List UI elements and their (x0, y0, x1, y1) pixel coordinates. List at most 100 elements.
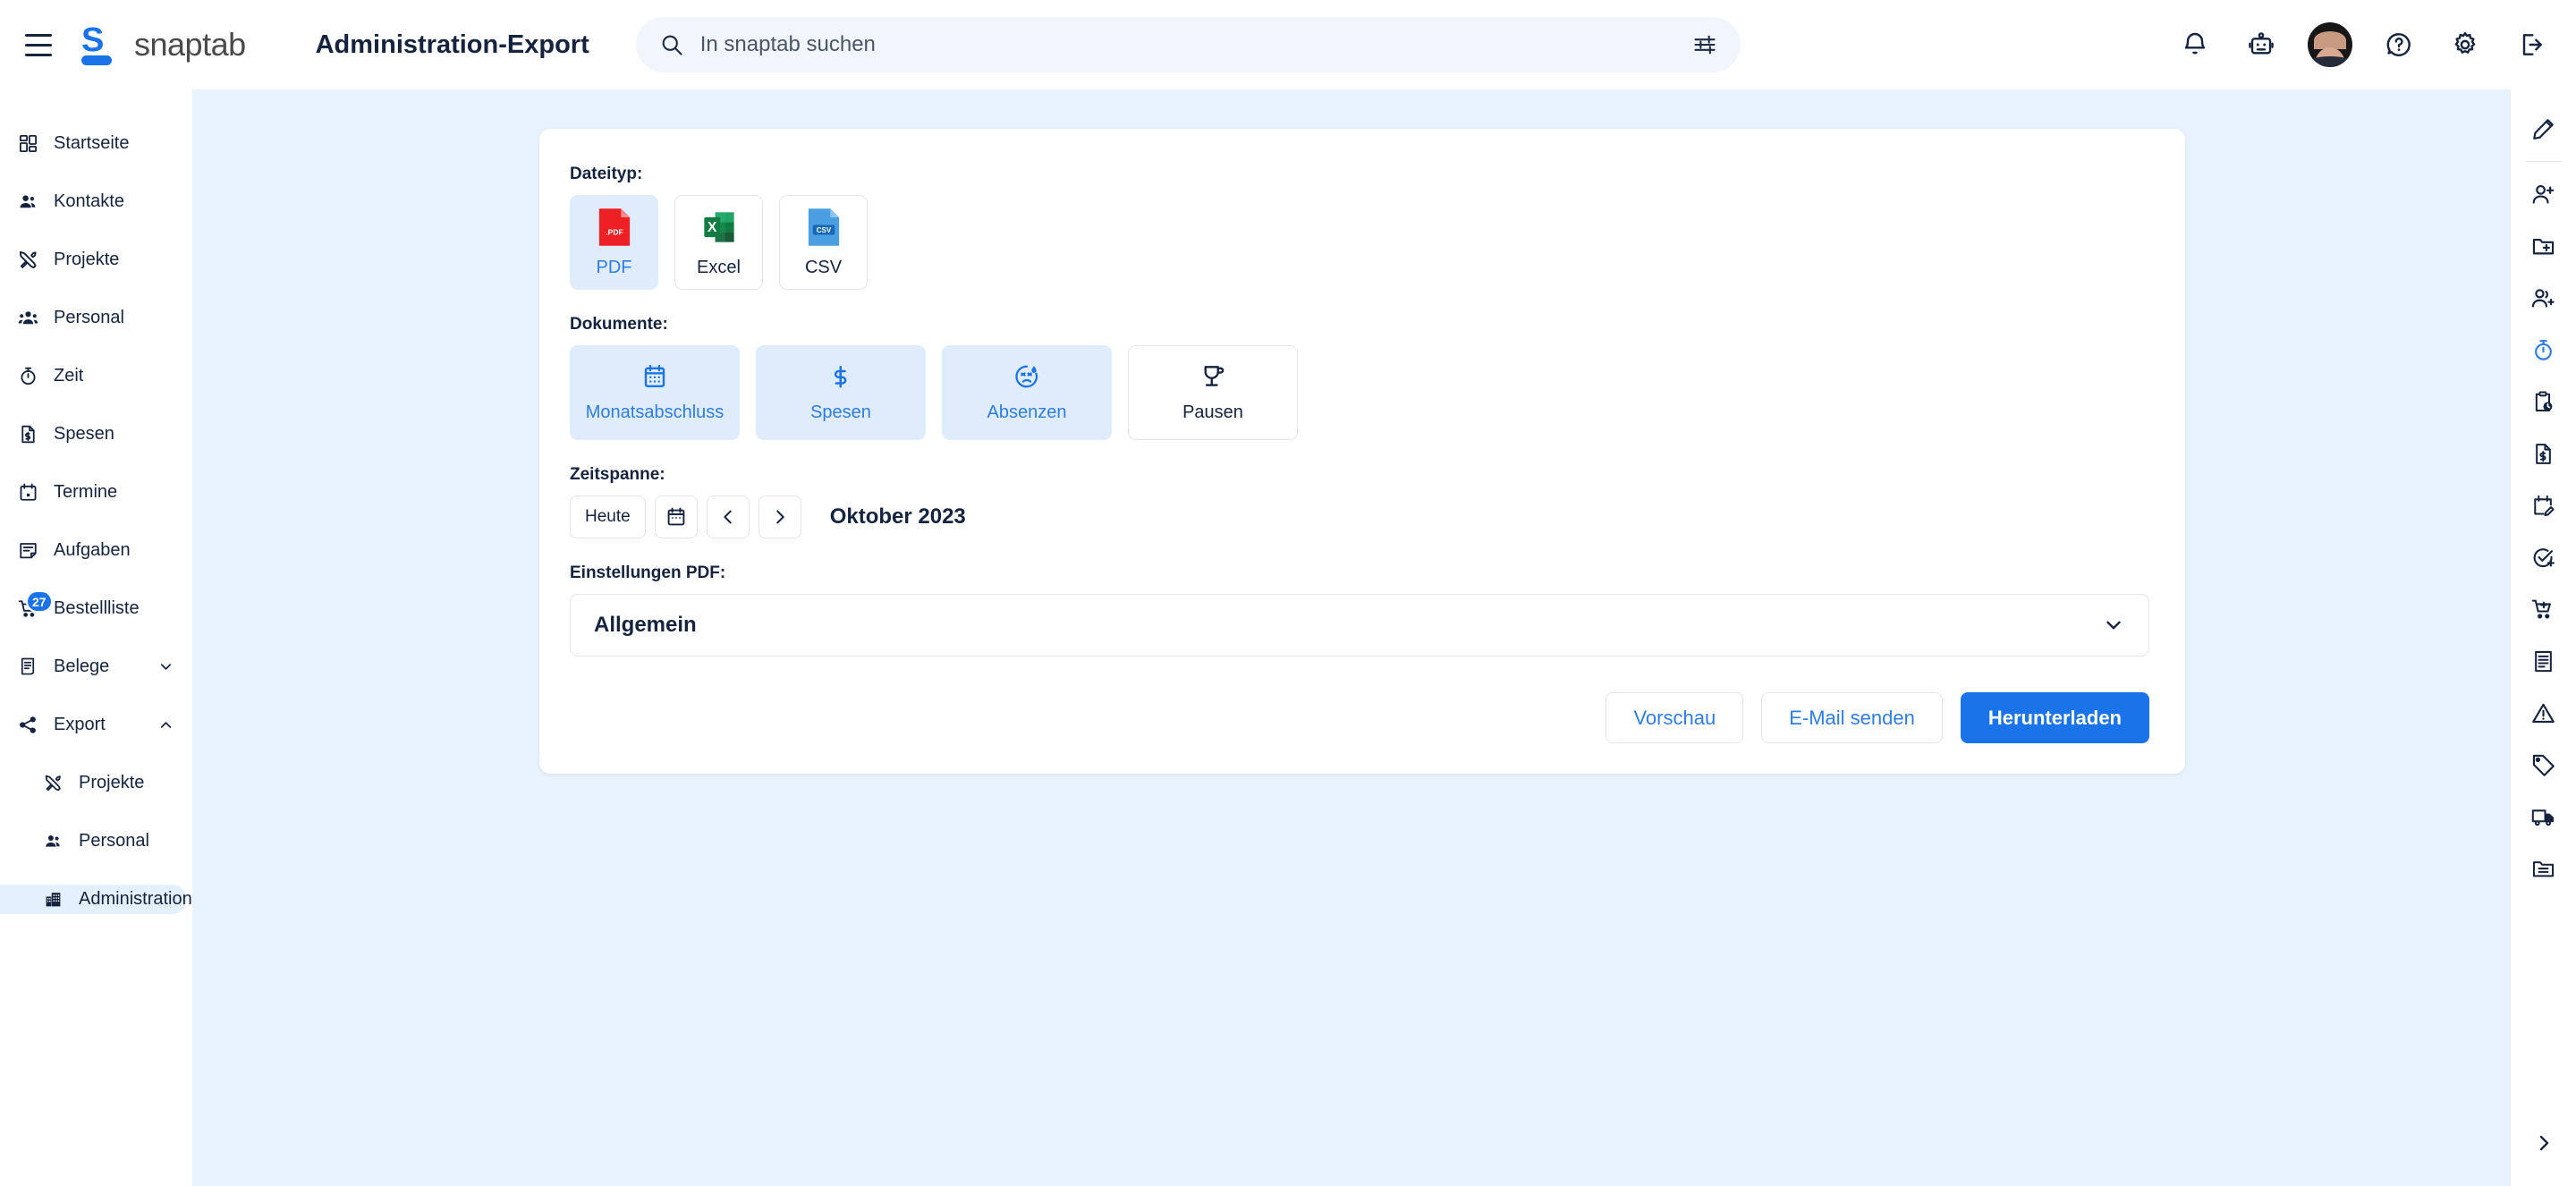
clipboard-clock-icon[interactable] (2521, 378, 2567, 425)
warning-icon[interactable] (2521, 690, 2567, 736)
add-people-icon[interactable] (2521, 275, 2567, 321)
tasks-icon (16, 540, 39, 561)
expense-document-icon[interactable] (2521, 430, 2567, 477)
calendar-edit-icon[interactable] (2521, 482, 2567, 529)
rail-divider (2526, 161, 2562, 162)
sidebar-item-label: Termine (54, 482, 117, 503)
help-icon[interactable] (2379, 25, 2419, 64)
chevron-down-icon[interactable] (157, 658, 174, 675)
sidebar-item-projekte[interactable]: Projekte (0, 245, 187, 275)
coffee-cup-icon (1199, 363, 1226, 390)
documents-label: Dokumente: (570, 315, 2149, 335)
calendar-picker-icon[interactable] (655, 496, 698, 538)
sidebar-item-zeit[interactable]: Zeit (0, 361, 187, 391)
chevron-down-icon[interactable] (2102, 614, 2125, 637)
sidebar-item-bestellliste[interactable]: 27 Bestellliste (0, 594, 187, 623)
user-avatar[interactable] (2308, 22, 2352, 67)
chevron-right-icon (2533, 1132, 2555, 1154)
sidebar-item-personal[interactable]: Personal (0, 303, 187, 333)
svg-text:S: S (81, 21, 104, 59)
settings-label: Einstellungen PDF: (570, 563, 2149, 583)
document-option-label: Absenzen (987, 402, 1067, 423)
action-buttons: Vorschau E-Mail senden Herunterladen (570, 692, 2149, 743)
add-folder-icon[interactable] (2521, 223, 2567, 269)
sidebar-item-label: Belege (54, 657, 109, 677)
sidebar-item-aufgaben[interactable]: Aufgaben (0, 536, 187, 565)
notifications-icon[interactable] (2175, 25, 2215, 64)
sidebar-item-label: Export (54, 715, 106, 735)
sidebar-item-startseite[interactable]: Startseite (0, 129, 187, 158)
sidebar-subitem-label: Administration (79, 889, 192, 910)
sidebar-item-label: Personal (54, 308, 124, 328)
bot-assistant-icon[interactable] (2241, 25, 2281, 64)
pdf-settings-select[interactable]: Allgemein (570, 594, 2149, 657)
people-group-icon (16, 308, 39, 328)
dollar-icon (827, 363, 854, 390)
calendar-month-icon (641, 363, 668, 390)
document-option-label: Monatsabschluss (586, 402, 724, 423)
sidebar-item-spesen[interactable]: Spesen (0, 419, 187, 449)
search-icon (659, 32, 684, 57)
expand-rail-button[interactable] (2521, 1120, 2567, 1166)
header-icon-group (2175, 22, 2551, 67)
sidebar-subitem-label: Projekte (79, 773, 144, 793)
sidebar-item-label: Bestellliste (54, 598, 140, 619)
chevron-up-icon[interactable] (157, 716, 174, 733)
tag-icon[interactable] (2521, 741, 2567, 788)
search-input[interactable] (700, 32, 1676, 57)
sidebar-item-termine[interactable]: Termine (0, 478, 187, 507)
brand[interactable]: S snaptab (79, 21, 246, 68)
timespan-section: Zeitspanne: Heute (570, 465, 2149, 538)
sidebar-subitem-administration[interactable]: Administration (0, 885, 187, 914)
share-icon (16, 715, 39, 735)
today-button[interactable]: Heute (570, 496, 646, 538)
settings-icon[interactable] (2445, 25, 2485, 64)
filetype-label: Dateityp: (570, 165, 2149, 184)
timespan-label: Zeitspanne: (570, 465, 2149, 485)
sidebar-item-label: Spesen (54, 424, 114, 445)
folder-lines-icon[interactable] (2521, 845, 2567, 892)
sidebar-item-export[interactable]: Export (0, 710, 187, 740)
send-email-button[interactable]: E-Mail senden (1761, 692, 1943, 743)
delivery-truck-icon[interactable] (2521, 793, 2567, 840)
sidebar-item-kontakte[interactable]: Kontakte (0, 187, 187, 216)
sidebar-item-label: Startseite (54, 133, 129, 154)
excel-file-icon: X (701, 208, 737, 247)
document-option-monatsabschluss[interactable]: Monatsabschluss (570, 345, 740, 440)
brand-name: snaptab (134, 26, 246, 64)
shopping-cart-icon: 27 (16, 598, 39, 619)
filetype-option-pdf[interactable]: .PDF PDF (570, 195, 658, 290)
sidebar-item-label: Zeit (54, 366, 83, 386)
document-option-spesen[interactable]: Spesen (756, 345, 926, 440)
document-option-absenzen[interactable]: Absenzen (942, 345, 1112, 440)
sidebar-subitem-personal[interactable]: Personal (0, 826, 187, 856)
filetype-option-csv[interactable]: CSV CSV (779, 195, 868, 290)
logout-icon[interactable] (2512, 25, 2551, 64)
sidebar-item-belege[interactable]: Belege (0, 652, 187, 682)
export-settings-card: Dateityp: .PDF PDF (539, 129, 2185, 774)
sidebar: Startseite Kontakte Projekte (0, 89, 192, 1186)
preview-button[interactable]: Vorschau (1606, 692, 1743, 743)
previous-period-button[interactable] (707, 496, 750, 538)
expense-document-icon (16, 424, 39, 445)
sidebar-item-label: Kontakte (54, 191, 124, 212)
download-button[interactable]: Herunterladen (1961, 692, 2149, 743)
add-task-check-icon[interactable] (2521, 534, 2567, 580)
add-cart-icon[interactable] (2521, 586, 2567, 632)
hamburger-icon[interactable] (18, 24, 59, 65)
next-period-button[interactable] (758, 496, 801, 538)
edit-pencil-icon[interactable] (2521, 106, 2567, 152)
filetype-option-label: PDF (597, 258, 632, 278)
pdf-file-icon: .PDF (597, 208, 632, 247)
search-bar[interactable] (636, 17, 1741, 72)
filetype-option-excel[interactable]: X Excel (674, 195, 763, 290)
filter-sliders-icon[interactable] (1692, 32, 1717, 57)
receipt-lines-icon[interactable] (2521, 638, 2567, 684)
sidebar-subitem-projekte[interactable]: Projekte (0, 768, 187, 798)
add-person-icon[interactable] (2521, 171, 2567, 217)
document-option-pausen[interactable]: Pausen (1128, 345, 1298, 440)
svg-text:X: X (708, 220, 717, 235)
timer-stopwatch-icon[interactable] (2521, 326, 2567, 373)
documents-section: Dokumente: (570, 315, 2149, 440)
document-option-label: Pausen (1182, 402, 1243, 423)
